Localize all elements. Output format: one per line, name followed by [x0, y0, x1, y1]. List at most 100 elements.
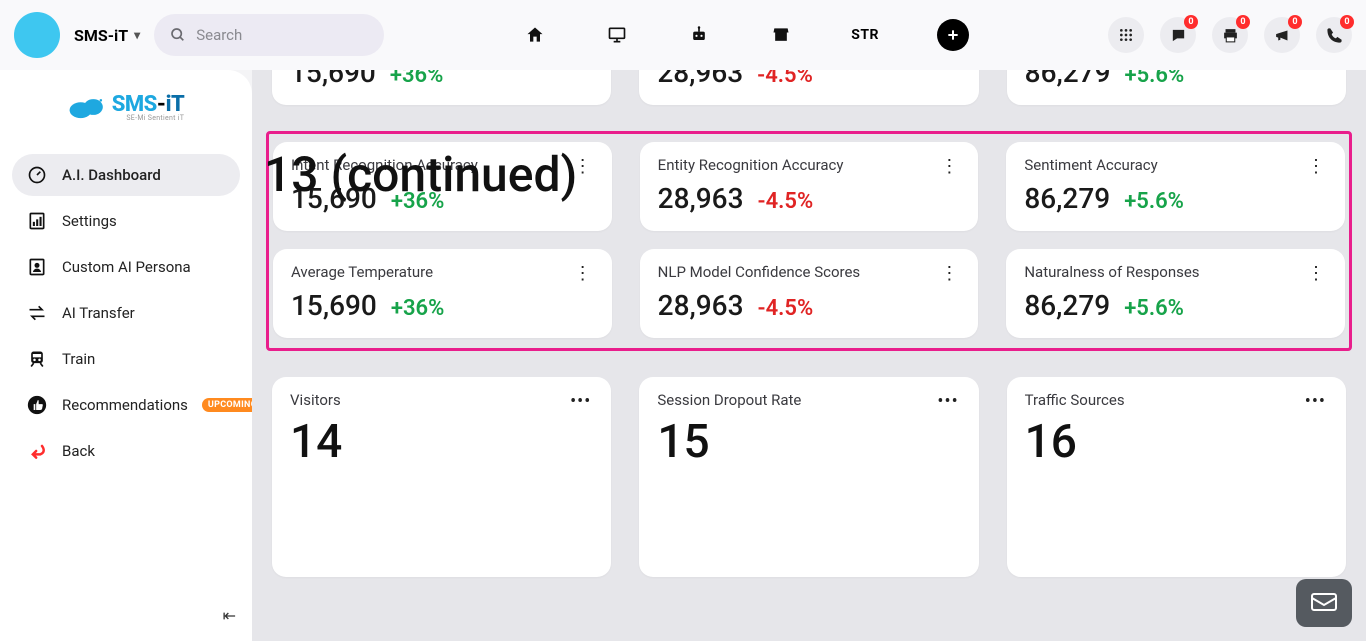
- nav-label: Recommendations: [62, 396, 188, 414]
- help-bubble[interactable]: [1296, 579, 1352, 627]
- collapse-sidebar-icon[interactable]: ⇤: [223, 606, 236, 625]
- printer-icon[interactable]: 0: [1212, 17, 1248, 53]
- metric-card-avg-temperature: Average Temperature ⋮ 15,690 +36%: [273, 249, 612, 338]
- metric-value: 15,690: [291, 182, 377, 215]
- card-title: Traffic Sources: [1025, 391, 1125, 409]
- content: 13 (continued) ⋮ 15,690+36% ⋮ 28,963-4.5…: [252, 70, 1366, 641]
- kebab-icon[interactable]: ⋮: [938, 156, 960, 178]
- metric-value: 86,279: [1024, 182, 1110, 215]
- phone-badge: 0: [1340, 15, 1354, 29]
- printer-badge: 0: [1236, 15, 1250, 29]
- sidebar-item-back[interactable]: Back: [12, 430, 240, 472]
- card-title: Sentiment Accuracy: [1024, 156, 1157, 174]
- highlight-box: Intent Recognition Accuracy⋮ 15,690+36% …: [266, 131, 1352, 351]
- logo: SMS-iT SE-Mi Sentient iT: [8, 92, 244, 122]
- report-icon: [26, 210, 48, 232]
- search-input[interactable]: [196, 26, 368, 44]
- sidebar: SMS-iT SE-Mi Sentient iT A.I. Dashboard …: [0, 70, 252, 641]
- metric-card-session-dropout: Session Dropout Rate ••• 15: [639, 377, 978, 577]
- more-icon[interactable]: •••: [568, 391, 593, 413]
- card-title: Intent Recognition Accuracy: [291, 156, 478, 174]
- nav-label: AI Transfer: [62, 304, 135, 322]
- sidebar-item-train[interactable]: Train: [12, 338, 240, 380]
- card-title: Session Dropout Rate: [657, 391, 801, 409]
- home-icon[interactable]: [523, 23, 547, 47]
- metric-delta: +36%: [390, 70, 443, 88]
- metric-card-nlp-confidence: NLP Model Confidence Scores ⋮ 28,963 -4.5%: [640, 249, 979, 338]
- train-icon: [26, 348, 48, 370]
- metric-card-traffic-sources: Traffic Sources ••• 16: [1007, 377, 1346, 577]
- metric-big-number: 14: [290, 415, 593, 469]
- metric-delta: +5.6%: [1124, 189, 1184, 214]
- sidebar-item-ai-transfer[interactable]: AI Transfer: [12, 292, 240, 334]
- card-title: Entity Recognition Accuracy: [658, 156, 844, 174]
- nav-label: A.I. Dashboard: [62, 166, 161, 184]
- search-icon: [170, 27, 186, 43]
- kebab-icon[interactable]: ⋮: [1305, 263, 1327, 285]
- metric-big-number: 15: [657, 415, 960, 469]
- metric-value: 15,690: [290, 70, 376, 89]
- main: SMS-iT SE-Mi Sentient iT A.I. Dashboard …: [0, 70, 1366, 641]
- metric-value: 28,963: [657, 70, 743, 89]
- kebab-icon[interactable]: ⋮: [938, 263, 960, 285]
- nav-label: Custom AI Persona: [62, 258, 191, 276]
- more-icon[interactable]: •••: [1303, 391, 1328, 413]
- add-button[interactable]: [937, 19, 969, 51]
- str-link[interactable]: STR: [851, 27, 879, 43]
- sidebar-item-ai-dashboard[interactable]: A.I. Dashboard: [12, 154, 240, 196]
- brand-label: SMS-iT: [74, 26, 128, 45]
- more-icon[interactable]: •••: [935, 391, 960, 413]
- sidebar-item-custom-ai-persona[interactable]: Custom AI Persona: [12, 246, 240, 288]
- kebab-icon[interactable]: ⋮: [1305, 156, 1327, 178]
- brand-dropdown[interactable]: SMS-iT ▾: [74, 26, 140, 45]
- search-box[interactable]: [154, 14, 384, 56]
- apps-icon[interactable]: [1108, 17, 1144, 53]
- robot-icon[interactable]: [687, 23, 711, 47]
- card-title: Average Temperature: [291, 263, 433, 281]
- phone-icon[interactable]: 0: [1316, 17, 1352, 53]
- metric-value: 86,279: [1025, 70, 1111, 89]
- metric-value: 86,279: [1024, 289, 1110, 322]
- dashboard-icon: [26, 164, 48, 186]
- metric-value: 15,690: [291, 289, 377, 322]
- metric-card: ⋮ 86,279+5.6%: [1007, 70, 1346, 105]
- card-title: NLP Model Confidence Scores: [658, 263, 861, 281]
- metric-card-sentiment-accuracy: Sentiment Accuracy ⋮ 86,279 +5.6%: [1006, 142, 1345, 231]
- megaphone-badge: 0: [1288, 15, 1302, 29]
- kebab-icon[interactable]: ⋮: [572, 263, 594, 285]
- topbar: SMS-iT ▾ STR 0: [0, 0, 1366, 70]
- thumbs-up-icon: [26, 394, 48, 416]
- nav: A.I. Dashboard Settings Custom AI Person…: [8, 154, 244, 472]
- topbar-right: 0 0 0 0: [1108, 17, 1352, 53]
- store-icon[interactable]: [769, 23, 793, 47]
- transfer-icon: [26, 302, 48, 324]
- kebab-icon[interactable]: ⋮: [572, 156, 594, 178]
- chevron-down-icon: ▾: [134, 28, 140, 42]
- metric-delta: -4.5%: [758, 296, 814, 321]
- metric-delta: -4.5%: [757, 70, 813, 88]
- sidebar-item-settings[interactable]: Settings: [12, 200, 240, 242]
- nav-label: Settings: [62, 212, 117, 230]
- metric-delta: +5.6%: [1124, 296, 1184, 321]
- monitor-icon[interactable]: [605, 23, 629, 47]
- persona-icon: [26, 256, 48, 278]
- metric-big-number: 16: [1025, 415, 1328, 469]
- content-inner: ⋮ 15,690+36% ⋮ 28,963-4.5% ⋮ 86,279+5.6%…: [252, 70, 1366, 623]
- nav-label: Train: [62, 350, 95, 368]
- metric-card-naturalness: Naturalness of Responses⋮ 86,279+5.6%: [1006, 249, 1345, 338]
- back-icon: [26, 440, 48, 462]
- metric-card-intent-recognition: Intent Recognition Accuracy ⋮ 15,690 +36%: [273, 142, 612, 231]
- metric-delta: +36%: [391, 189, 444, 214]
- chat-badge: 0: [1184, 15, 1198, 29]
- metric-value: 28,963: [658, 182, 744, 215]
- metric-value: 28,963: [658, 289, 744, 322]
- cloud-icon: [68, 94, 106, 120]
- metric-card: ⋮ 28,963-4.5%: [639, 70, 978, 105]
- sidebar-item-recommendations[interactable]: Recommendations UPCOMING: [12, 384, 240, 426]
- metric-row: Average Temperature ⋮ 15,690 +36% NLP Mode…: [273, 249, 1345, 338]
- megaphone-icon[interactable]: 0: [1264, 17, 1300, 53]
- avatar[interactable]: [14, 12, 60, 58]
- chat-icon[interactable]: 0: [1160, 17, 1196, 53]
- metric-card: ⋮ 15,690+36%: [272, 70, 611, 105]
- metric-delta: +36%: [391, 296, 444, 321]
